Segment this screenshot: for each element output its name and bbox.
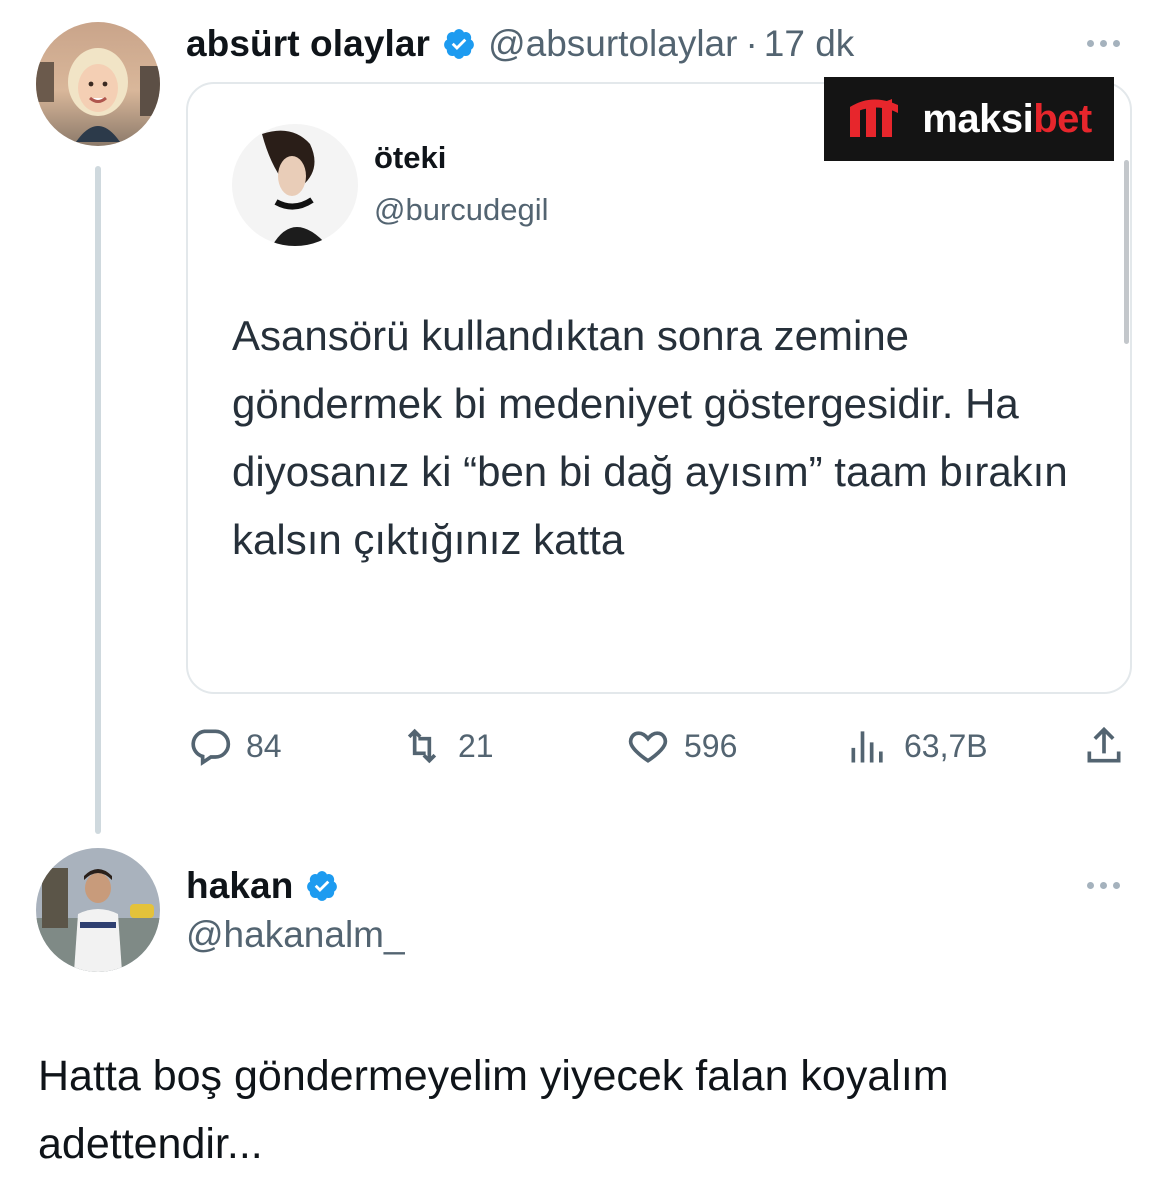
- reply-author-name[interactable]: hakan: [186, 865, 293, 907]
- ad-brand-name: maksibet: [922, 96, 1092, 142]
- more-icon[interactable]: [1087, 882, 1120, 889]
- author-name[interactable]: absürt olaylar: [186, 23, 430, 65]
- verified-badge-icon: [305, 869, 339, 903]
- retweet-button[interactable]: 21: [400, 724, 494, 768]
- quoted-author-avatar[interactable]: [232, 124, 358, 246]
- brand-logo-icon: [850, 99, 899, 137]
- author-handle[interactable]: @absurtolaylar: [488, 23, 737, 65]
- reply-count: 84: [246, 727, 282, 764]
- tweet-timestamp[interactable]: 17 dk: [764, 23, 855, 65]
- reply-text: Hatta boş göndermeyelim yiyecek falan ko…: [38, 1052, 949, 1168]
- reply-button[interactable]: 84: [188, 724, 282, 768]
- retweet-icon: [407, 728, 437, 764]
- share-icon: [1087, 726, 1121, 763]
- ad-badge[interactable]: maksibet: [824, 77, 1114, 161]
- more-icon[interactable]: [1087, 40, 1120, 47]
- retweet-count: 21: [458, 727, 494, 764]
- quoted-tweet-text: Asansörü kullandıktan sonra zemine gönde…: [232, 312, 1068, 563]
- quoted-author-name[interactable]: öteki: [374, 140, 446, 176]
- tweet-header: absürt olaylar @absurtolaylar · 17 dk: [186, 20, 854, 68]
- view-count: 63,7B: [904, 727, 988, 764]
- like-icon: [628, 731, 668, 763]
- quote-scrollbar[interactable]: [1124, 160, 1129, 344]
- quoted-author-handle[interactable]: @burcudegil: [374, 192, 549, 228]
- reply-icon: [191, 729, 231, 766]
- reply-author-avatar[interactable]: [36, 848, 160, 972]
- like-button[interactable]: 596: [626, 724, 737, 768]
- like-count: 596: [684, 727, 738, 764]
- thread-connector-line: [95, 166, 101, 834]
- author-avatar[interactable]: [36, 22, 160, 146]
- ad-brand-suffix: bet: [1033, 96, 1092, 141]
- header-separator: ·: [745, 23, 758, 64]
- views-button[interactable]: 63,7B: [846, 724, 988, 768]
- ad-brand-prefix: maksi: [922, 96, 1034, 141]
- reply-header: hakan: [186, 862, 339, 910]
- reply-author-handle[interactable]: @hakanalm_: [186, 914, 405, 956]
- views-icon: [851, 731, 883, 763]
- share-button[interactable]: [1082, 724, 1126, 768]
- verified-badge-icon: [442, 27, 476, 61]
